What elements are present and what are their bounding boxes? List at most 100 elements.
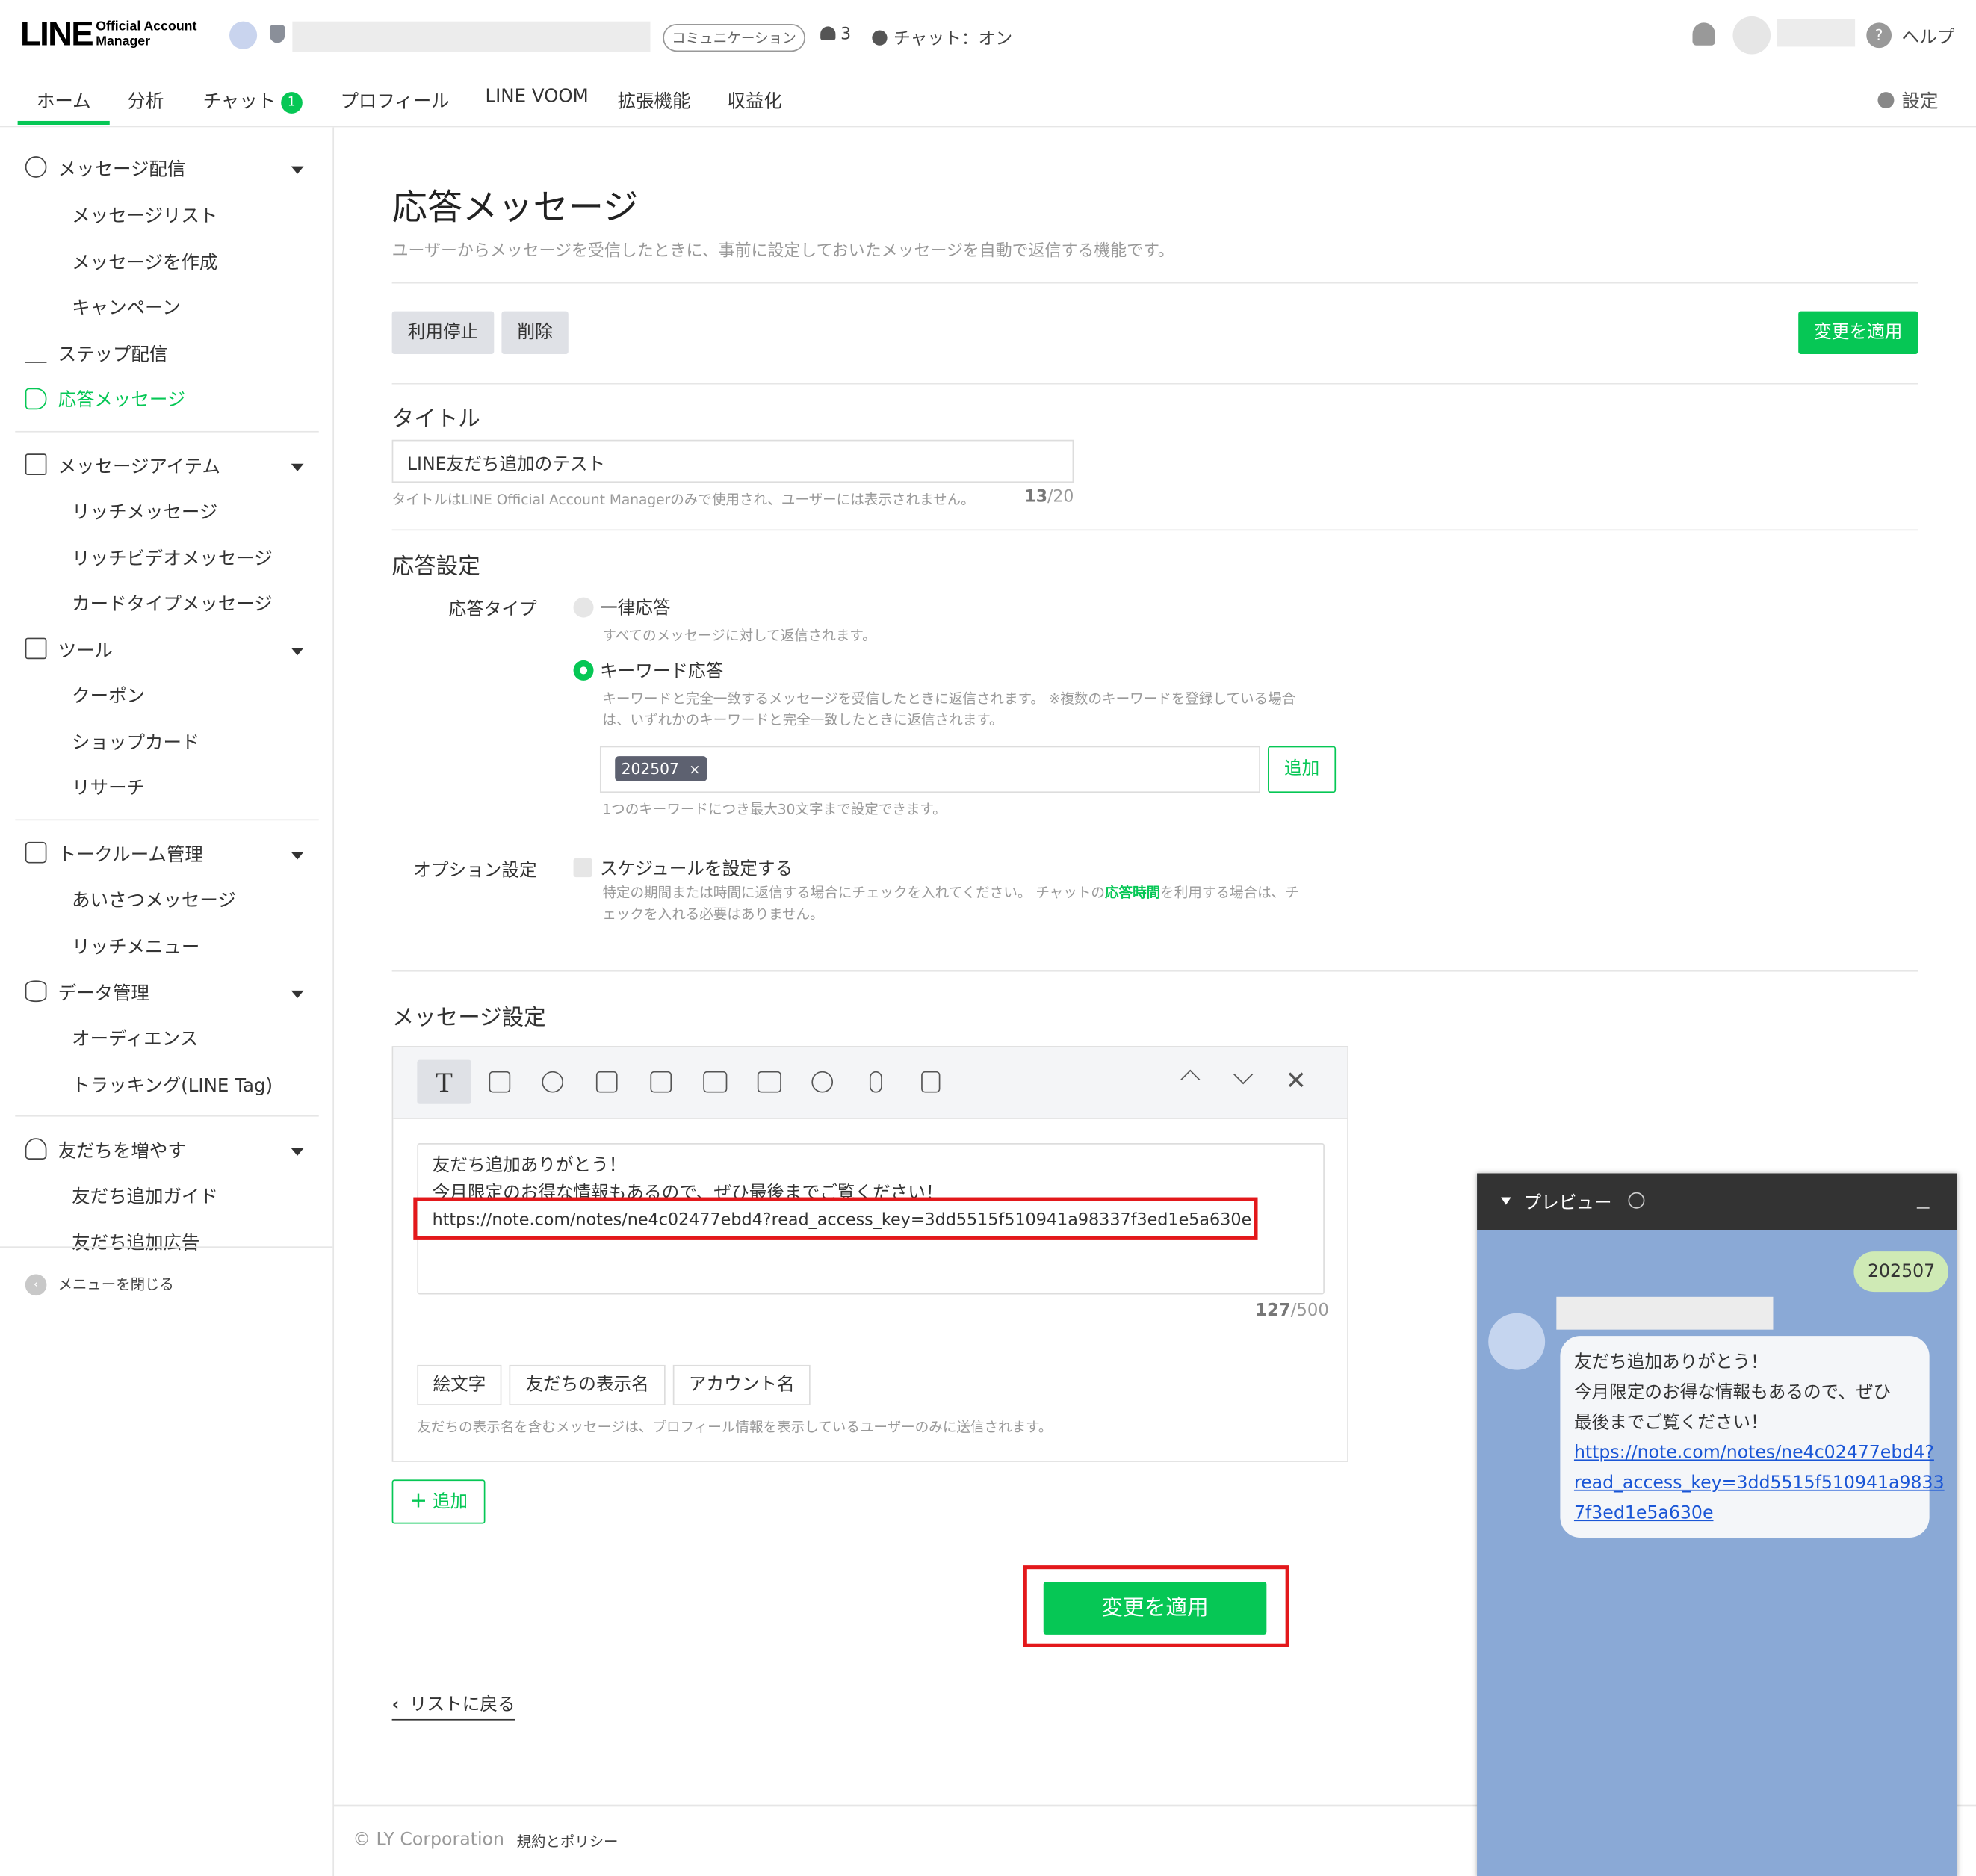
sidebar-divider: [0, 1246, 333, 1248]
add-message-button[interactable]: + 追加: [391, 1479, 486, 1524]
keyword-add-button[interactable]: 追加: [1268, 746, 1337, 793]
line-logo[interactable]: LINE: [20, 15, 94, 54]
video-icon[interactable]: [650, 1071, 672, 1093]
chevron-left-icon: ‹: [391, 1694, 400, 1715]
close-icon[interactable]: ×: [689, 761, 701, 778]
tab-home[interactable]: ホーム: [37, 87, 91, 113]
help-link[interactable]: ヘルプ: [1902, 24, 1955, 49]
stop-button[interactable]: 利用停止: [391, 311, 495, 355]
policy-link[interactable]: 規約とポリシー: [517, 1831, 619, 1851]
sidebar-item-create-message[interactable]: メッセージを作成: [72, 248, 217, 274]
sidebar-item-audience[interactable]: オーディエンス: [72, 1024, 198, 1050]
sidebar-item-shop-card[interactable]: ショップカード: [72, 728, 199, 755]
sidebar-item-rich-menu[interactable]: リッチメニュー: [72, 932, 199, 959]
sidebar-divider: [15, 1115, 319, 1117]
sidebar-item-rich-message[interactable]: リッチメッセージ: [72, 498, 217, 524]
rich-video-icon[interactable]: [757, 1071, 781, 1093]
preview-link-1[interactable]: https://note.com/notes/ne4c02477ebd4?: [1574, 1438, 1934, 1468]
emoji-icon[interactable]: [811, 1071, 834, 1093]
download-icon[interactable]: [1916, 1191, 1930, 1209]
sidebar-item-coupon[interactable]: クーポン: [72, 682, 145, 708]
help-icon[interactable]: ?: [1866, 22, 1892, 49]
chevron-down-icon[interactable]: [291, 463, 304, 471]
settings-label: 設定: [1901, 92, 1939, 113]
tab-profile[interactable]: プロフィール: [340, 87, 449, 113]
sidebar-item-step-delivery[interactable]: ステップ配信: [58, 340, 168, 366]
emoji-button[interactable]: 絵文字: [417, 1364, 502, 1405]
uniform-option-label[interactable]: 一律応答: [600, 595, 670, 620]
chevron-down-icon[interactable]: [291, 648, 304, 656]
bell-icon[interactable]: [1692, 22, 1715, 46]
title-input[interactable]: LINE友だち追加のテスト: [391, 439, 1074, 483]
preview-link-3[interactable]: 7f3ed1e5a630e: [1574, 1499, 1915, 1529]
account-name-button[interactable]: アカウント名: [672, 1364, 811, 1405]
chevron-down-icon[interactable]: [291, 852, 304, 860]
tab-analytics[interactable]: 分析: [127, 87, 164, 113]
tab-chat-label: チャット: [202, 92, 276, 113]
radio-keyword[interactable]: [573, 660, 594, 681]
database-icon: [25, 980, 47, 1003]
settings-link[interactable]: 設定: [1877, 87, 1938, 113]
sidebar-item-message-list[interactable]: メッセージリスト: [72, 202, 217, 228]
sidebar-item-campaign[interactable]: キャンペーン: [72, 294, 181, 320]
account-avatar[interactable]: [229, 21, 258, 49]
plus-icon: +: [409, 1488, 428, 1514]
sidebar-item-friend-guide[interactable]: 友だち追加ガイド: [72, 1182, 218, 1208]
sidebar-item-greeting[interactable]: あいさつメッセージ: [72, 886, 236, 912]
radio-uniform[interactable]: [573, 597, 594, 618]
card-message-icon[interactable]: [921, 1071, 941, 1093]
sidebar-item-auto-response[interactable]: 応答メッセージ: [58, 386, 186, 412]
help-circle-icon[interactable]: [1628, 1192, 1645, 1209]
account-name-redacted[interactable]: [292, 21, 651, 52]
microphone-icon[interactable]: [869, 1071, 882, 1093]
stamp-icon[interactable]: [542, 1071, 564, 1093]
chevron-down-icon[interactable]: [1233, 1064, 1254, 1085]
sidebar-item-friend-ads[interactable]: 友だち追加広告: [72, 1229, 199, 1255]
user-avatar[interactable]: [1732, 16, 1771, 55]
sidebar-item-add-friends[interactable]: 友だちを増やす: [58, 1137, 186, 1163]
sidebar-item-message-items[interactable]: メッセージアイテム: [58, 453, 220, 479]
apply-button-bottom[interactable]: 変更を適用: [1043, 1582, 1267, 1635]
tab-chat[interactable]: チャット 1: [202, 87, 303, 114]
sidebar-item-rich-video[interactable]: リッチビデオメッセージ: [72, 545, 273, 571]
preview-header[interactable]: プレビュー: [1477, 1173, 1957, 1230]
close-menu-button[interactable]: メニューを閉じる: [58, 1274, 174, 1294]
coupon-icon[interactable]: [595, 1071, 618, 1093]
chevron-down-icon[interactable]: [291, 166, 304, 174]
close-icon[interactable]: ✕: [1286, 1065, 1307, 1095]
delete-button[interactable]: 削除: [501, 311, 569, 355]
chat-status[interactable]: チャット：オン: [872, 24, 1012, 49]
schedule-description-1: 特定の期間または時間に返信する場合にチェックを入れてください。 チャットの応答時…: [602, 882, 1298, 903]
apply-button-top[interactable]: 変更を適用: [1798, 311, 1918, 355]
chevron-down-icon[interactable]: [291, 990, 304, 999]
sidebar-item-card-message[interactable]: カードタイプメッセージ: [72, 589, 273, 616]
sidebar-item-research[interactable]: リサーチ: [72, 774, 145, 800]
sidebar-item-tracking[interactable]: トラッキング(LINE Tag): [72, 1071, 273, 1098]
keyword-chip[interactable]: 202507 ×: [615, 756, 707, 781]
response-hours-link[interactable]: 応答時間: [1105, 885, 1160, 901]
sidebar-item-talkroom[interactable]: トークルーム管理: [58, 841, 203, 867]
keyword-chip-label: 202507: [621, 760, 679, 778]
caret-down-icon[interactable]: [1501, 1197, 1511, 1205]
back-to-list-link[interactable]: ‹ リストに戻る: [391, 1691, 515, 1721]
schedule-option-label[interactable]: スケジュールを設定する: [600, 855, 793, 881]
sidebar-item-tools[interactable]: ツール: [58, 637, 113, 663]
sidebar-item-data-management[interactable]: データ管理: [58, 979, 149, 1006]
tab-line-voom[interactable]: LINE VOOM: [485, 87, 588, 107]
member-count[interactable]: 3: [820, 25, 851, 44]
sidebar-item-message-delivery[interactable]: メッセージ配信: [58, 155, 186, 181]
rich-message-icon[interactable]: [703, 1071, 728, 1093]
user-name-redacted[interactable]: [1777, 19, 1856, 47]
keyword-option-label[interactable]: キーワード応答: [600, 658, 723, 684]
chevron-up-icon[interactable]: [1180, 1069, 1201, 1089]
tab-extensions[interactable]: 拡張機能: [618, 87, 691, 113]
tab-monetization[interactable]: 収益化: [727, 87, 781, 113]
schedule-checkbox[interactable]: [573, 858, 592, 878]
text-type-icon[interactable]: T: [417, 1059, 471, 1104]
friend-name-button[interactable]: 友だちの表示名: [509, 1364, 666, 1405]
chevron-left-icon[interactable]: ‹: [25, 1274, 47, 1296]
chevron-down-icon[interactable]: [291, 1148, 304, 1156]
preview-line-1: 友だち追加ありがとう！: [1573, 1352, 1768, 1373]
image-icon[interactable]: [489, 1071, 511, 1093]
preview-link-2[interactable]: read_access_key=3dd5515f510941a9833: [1574, 1468, 1945, 1498]
